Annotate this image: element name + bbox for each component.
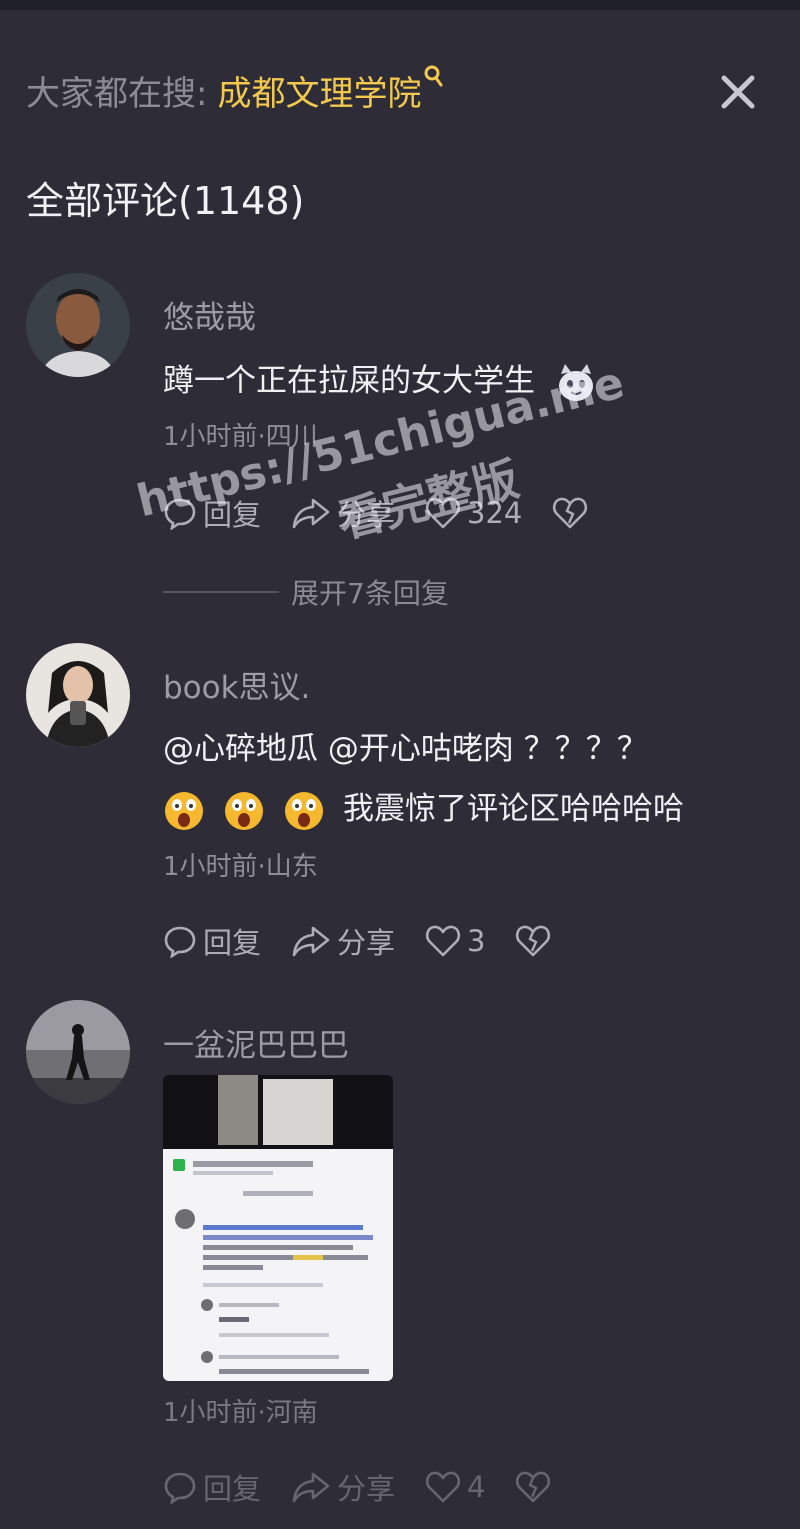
broken-heart-icon xyxy=(553,497,588,529)
close-icon[interactable] xyxy=(716,70,760,114)
like-count: 324 xyxy=(467,496,523,530)
reply-label: 回复 xyxy=(203,498,262,532)
comment-actions: 回复 分享 324 xyxy=(163,492,624,534)
heart-icon xyxy=(425,497,461,529)
comment-text-line1: @心碎地瓜 @开心咕咾肉 ？？？？ xyxy=(163,731,648,767)
comment-bubble-icon xyxy=(164,1472,196,1504)
comment-text-content: 蹲一个正在拉屎的女大学生 xyxy=(163,363,535,399)
comment-text: @心碎地瓜 @开心咕咾肉 ？？？？ xyxy=(163,720,648,778)
cat-emoji-icon xyxy=(555,362,597,404)
comment-meta: 1小时前·山东 xyxy=(163,852,318,882)
shocked-face-emoji-icon xyxy=(163,790,205,832)
broken-heart-icon xyxy=(516,1471,551,1503)
broken-heart-icon xyxy=(516,925,551,957)
search-icon xyxy=(423,64,445,92)
reply-button[interactable]: 回复 xyxy=(163,1466,261,1508)
share-arrow-icon xyxy=(292,1472,330,1503)
heart-icon xyxy=(425,1471,461,1503)
share-arrow-icon xyxy=(292,498,330,529)
like-count: 3 xyxy=(467,924,486,958)
like-count: 4 xyxy=(467,1470,486,1504)
status-bar xyxy=(0,0,800,10)
share-label: 分享 xyxy=(337,498,396,532)
avatar[interactable] xyxy=(26,643,130,747)
reply-button[interactable]: 回复 xyxy=(163,492,261,534)
comment-meta: 1小时前·河南 xyxy=(163,1398,318,1428)
avatar[interactable] xyxy=(26,1000,130,1104)
comments-count-title: 全部评论(1148) xyxy=(26,179,305,223)
trending-search-bar: 大家都在搜: 成都文理学院 xyxy=(26,64,445,116)
trending-search-term[interactable]: 成都文理学院 xyxy=(217,66,421,115)
shocked-face-emoji-icon xyxy=(283,790,325,832)
comment-text: 蹲一个正在拉屎的女大学生 xyxy=(163,352,615,410)
comment-meta: 1小时前·四川 xyxy=(163,422,318,452)
comment-username[interactable]: 一盆泥巴巴巴 xyxy=(163,1020,349,1065)
reply-button[interactable]: 回复 xyxy=(163,920,261,962)
share-button[interactable]: 分享 xyxy=(291,1466,395,1508)
shocked-face-emoji-icon xyxy=(223,790,265,832)
comment-text-line2: 我震惊了评论区哈哈哈哈 xyxy=(343,791,684,827)
comment-image-attachment[interactable] xyxy=(163,1075,393,1381)
comment-username[interactable]: 悠哉哉 xyxy=(163,292,256,337)
reply-label: 回复 xyxy=(203,926,262,960)
avatar[interactable] xyxy=(26,273,130,377)
like-button[interactable]: 324 xyxy=(425,496,522,530)
comment-bubble-icon xyxy=(164,926,196,958)
dislike-button[interactable] xyxy=(515,924,557,958)
comment-actions: 回复 分享 3 xyxy=(163,920,587,962)
reply-label: 回复 xyxy=(203,1472,262,1506)
share-arrow-icon xyxy=(292,926,330,957)
share-label: 分享 xyxy=(337,926,396,960)
trending-search-label: 大家都在搜: xyxy=(26,73,208,114)
share-button[interactable]: 分享 xyxy=(291,920,395,962)
expand-replies-toggle[interactable]: 展开7条回复 xyxy=(163,572,449,612)
replies-divider xyxy=(163,591,279,593)
comment-bubble-icon xyxy=(164,498,196,530)
comment-actions: 回复 分享 4 xyxy=(163,1466,587,1508)
share-button[interactable]: 分享 xyxy=(291,492,395,534)
comment-username[interactable]: book思议. xyxy=(163,662,310,707)
like-button[interactable]: 3 xyxy=(425,924,485,958)
heart-icon xyxy=(425,925,461,957)
share-label: 分享 xyxy=(337,1472,396,1506)
comment-text: 我震惊了评论区哈哈哈哈 xyxy=(163,780,684,838)
dislike-button[interactable] xyxy=(552,496,594,530)
like-button[interactable]: 4 xyxy=(425,1470,485,1504)
dislike-button[interactable] xyxy=(515,1470,557,1504)
expand-replies-label: 展开7条回复 xyxy=(291,577,449,610)
